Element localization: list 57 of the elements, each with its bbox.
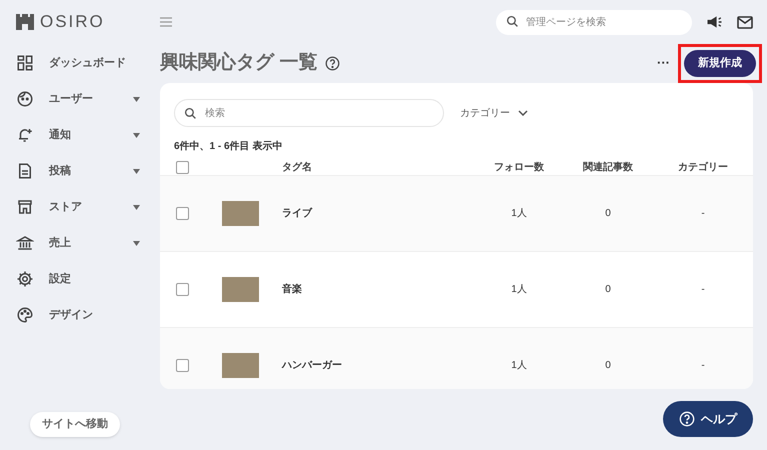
result-count: 6件中、1 - 6件目 表示中	[173, 140, 284, 154]
chevron-down-icon	[518, 110, 528, 116]
more-menu[interactable]: ···	[657, 53, 670, 73]
table-cell-text: 音楽	[282, 282, 303, 297]
mail-icon[interactable]	[737, 16, 753, 28]
column-header: 関連記事数	[583, 160, 633, 175]
sidebar-item[interactable]: 売上	[0, 225, 160, 261]
palette-icon	[16, 306, 34, 324]
table-cell-text: 0	[605, 283, 611, 297]
photo-placeholder	[222, 277, 259, 302]
table-cell-text: -	[701, 283, 705, 297]
castle-logo-icon	[16, 14, 34, 30]
column-header: タグ名	[282, 160, 313, 175]
sidebar-item[interactable]: 通知	[0, 117, 160, 153]
sidebar-item[interactable]: ユーザー	[0, 81, 160, 117]
checkbox[interactable]	[176, 161, 189, 174]
sidebar-item[interactable]: ストア	[0, 189, 160, 225]
search-field[interactable]: 検索	[174, 99, 444, 127]
face-icon	[16, 90, 34, 108]
help-button[interactable]: ヘルプ	[663, 401, 753, 437]
sidebar-item[interactable]: 設定	[0, 261, 160, 297]
document-icon	[16, 162, 34, 180]
category-dropdown[interactable]: カテゴリー	[460, 106, 528, 120]
new-button[interactable]: 新規作成	[684, 50, 756, 76]
gear-icon	[16, 270, 34, 288]
bell-icon	[16, 126, 34, 144]
table-cell-text: 1人	[511, 283, 527, 297]
column-header: カテゴリー	[678, 160, 728, 175]
sidebar-item[interactable]: ダッシュボード	[0, 45, 160, 81]
bank-icon	[16, 234, 34, 252]
logo-text: OSIRO	[40, 11, 105, 34]
table-cell-text: 1人	[511, 207, 527, 221]
table-cell-text: ハンバーガー	[282, 359, 343, 373]
table-cell-text: ライブ	[282, 206, 314, 221]
checkbox[interactable]	[176, 283, 189, 296]
store-icon	[16, 198, 34, 216]
dashboard-icon	[16, 54, 34, 72]
search-icon	[184, 107, 197, 120]
help-icon[interactable]	[325, 56, 340, 70]
table-cell-text: -	[701, 207, 705, 221]
help-icon	[679, 411, 695, 427]
megaphone-icon[interactable]	[706, 15, 723, 29]
table-cell-text: -	[701, 359, 705, 373]
sidebar-item[interactable]: 投稿	[0, 153, 160, 189]
menu-icon[interactable]	[160, 17, 172, 27]
column-header: フォロー数	[494, 160, 544, 175]
checkbox[interactable]	[176, 359, 189, 372]
table-cell-text: 1人	[511, 359, 527, 373]
photo-placeholder	[222, 353, 259, 378]
photo-placeholder	[222, 201, 259, 226]
page-title: 興味関心タグ 一覧	[160, 50, 318, 75]
admin-search-field[interactable]: 管理ページを検索	[496, 10, 692, 35]
table-cell-text: 0	[605, 207, 611, 221]
table-cell-text: 0	[605, 359, 611, 373]
site-link-button[interactable]: サイトへ移動	[30, 412, 120, 437]
sidebar-item[interactable]: デザイン	[0, 297, 160, 333]
checkbox[interactable]	[176, 207, 189, 220]
